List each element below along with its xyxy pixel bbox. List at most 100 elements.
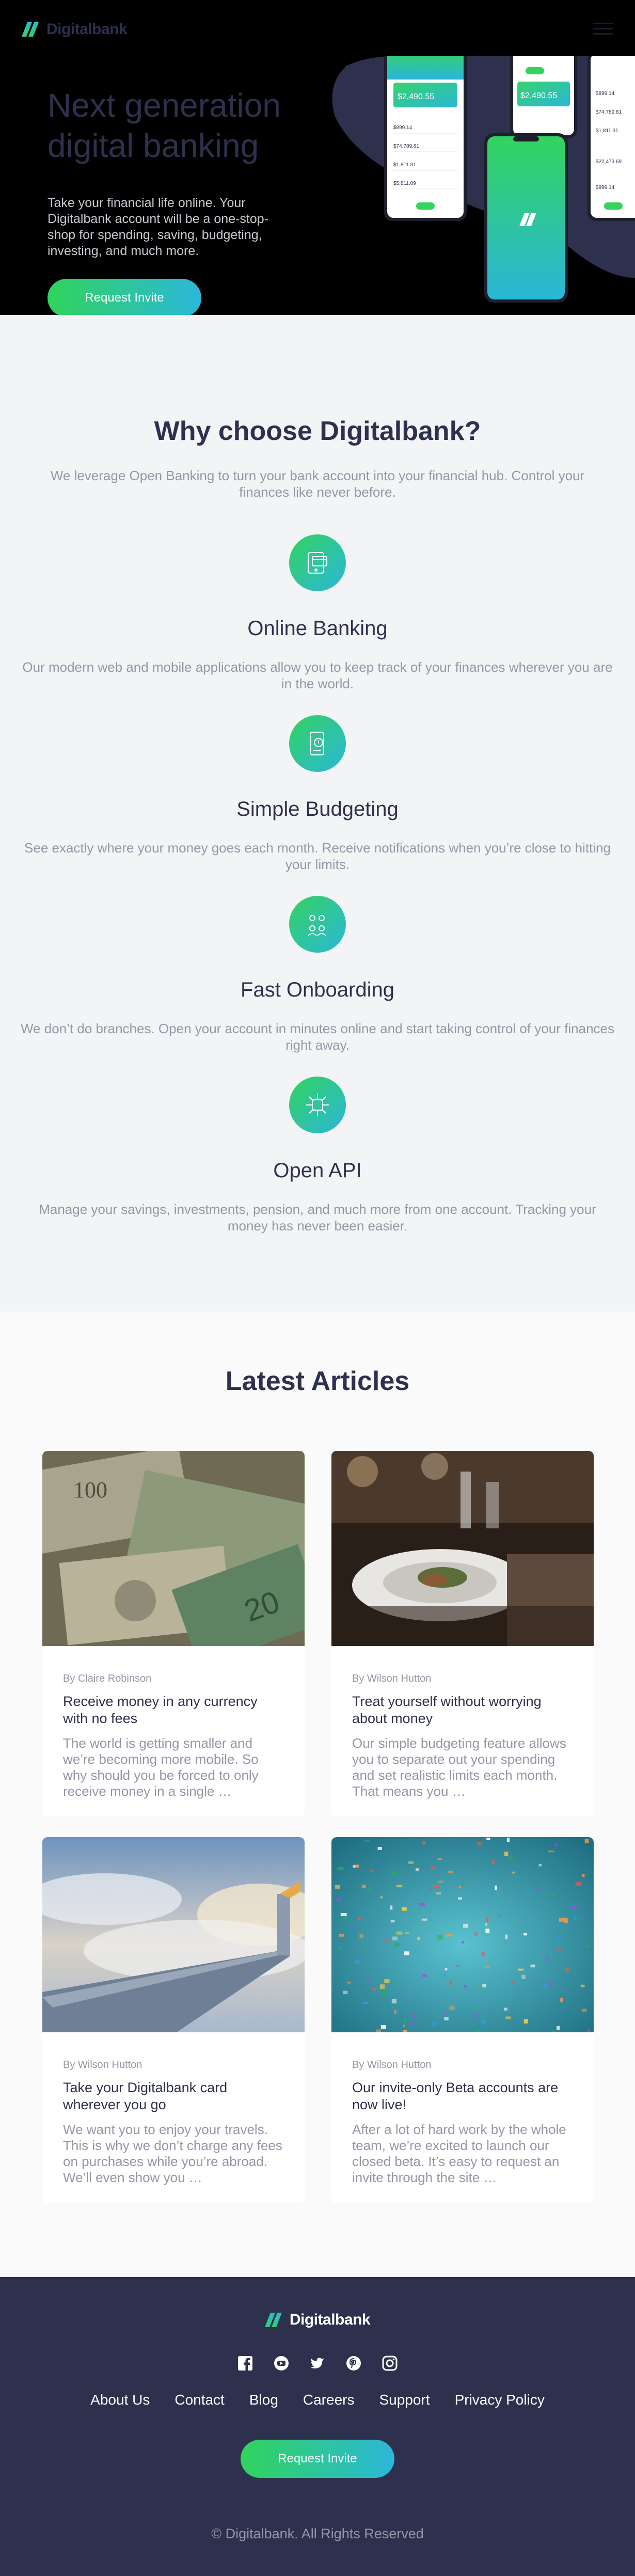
articles-section: Latest Articles 20 100 By Claire Robinso… [0,1311,635,2277]
confetti-piece [448,1871,453,1873]
footer-links: About Us Contact Blog Careers Support Pr… [0,2392,635,2408]
onboarding-icon [289,896,346,953]
youtube-icon[interactable] [273,2354,290,2372]
confetti-piece [409,2032,411,2033]
confetti-piece [364,1840,370,1842]
confetti-piece [477,1842,482,1845]
article-excerpt: After a lot of hard work by the whole te… [352,2122,566,2185]
confetti-piece [384,1979,390,1983]
article-card[interactable]: By Wilson Hutton Our invite-only Beta ac… [331,1837,594,2203]
confetti-piece [545,1957,549,1962]
confetti-piece [497,1914,501,1919]
plane-photo [42,1837,305,2032]
article-author: By Wilson Hutton [63,2059,142,2071]
confetti-piece [506,1838,510,1842]
confetti-piece [359,1934,364,1938]
article-title[interactable]: Treat yourself without worrying about mo… [352,1693,573,1727]
confetti-piece [362,2002,369,2004]
confetti-piece [563,1967,569,1970]
footer-logo[interactable]: Digitalbank [0,2311,635,2329]
confetti-piece [474,1932,478,1936]
hamburger-icon[interactable] [593,23,613,35]
article-card[interactable]: 20 100 By Claire Robinson Receive money … [42,1451,305,1816]
logo[interactable]: Digitalbank [22,21,128,38]
confetti-piece [377,1846,382,1850]
confetti-piece [538,1863,542,1867]
confetti-photo [331,1837,594,2032]
confetti-piece [436,1892,441,1894]
article-excerpt: We want you to enjoy your travels. This … [63,2122,282,2185]
confetti-piece [521,1974,526,1979]
article-title[interactable]: Take your Digitalbank card wherever you … [63,2079,284,2113]
footer-link-contact[interactable]: Contact [174,2392,225,2408]
confetti-piece [411,2014,415,2018]
why-section: Why choose Digitalbank? We leverage Open… [0,315,635,1311]
confetti-piece [379,1984,385,1989]
twitter-icon[interactable] [309,2354,326,2372]
footer-link-blog[interactable]: Blog [249,2392,278,2408]
confetti-piece [437,1858,442,1860]
confetti-piece [391,1871,398,1876]
page: Digitalbank Next generation digital bank… [0,0,635,2576]
confetti-piece [403,2030,407,2032]
footer-link-careers[interactable]: Careers [303,2392,355,2408]
confetti-piece [551,1894,557,1897]
confetti-piece [416,1868,419,1871]
article-excerpt: The world is getting smaller and we’re b… [63,1735,259,1799]
svg-text:$74.789.81: $74.789.81 [596,109,622,115]
confetti-piece [458,1897,462,1900]
article-card[interactable]: By Wilson Hutton Treat yourself without … [331,1451,594,1816]
confetti-piece [380,2025,386,2029]
confetti-piece [444,1968,448,1971]
footer-request-invite-button[interactable]: Request Invite [241,2440,394,2478]
confetti-piece [473,2014,477,2017]
pinterest-icon[interactable] [345,2354,362,2372]
currency-photo: 20 100 [42,1451,305,1646]
confetti-piece [405,1932,409,1934]
footer-link-support[interactable]: Support [379,2392,430,2408]
confetti-piece [586,1945,591,1948]
confetti-piece [361,1885,366,1888]
request-invite-button[interactable]: Request Invite [47,279,201,315]
confetti-piece [560,1998,563,2002]
confetti-piece [338,1867,344,1870]
confetti-piece [394,2010,396,2014]
confetti-piece [431,1866,435,1869]
feature-title: Online Banking [247,617,388,640]
phone-balance-2: $2,490.55 [520,91,557,100]
article-card[interactable]: By Wilson Hutton Take your Digitalbank c… [42,1837,305,2203]
confetti-piece [527,2006,530,2009]
confetti-piece [390,1920,395,1923]
instagram-icon[interactable] [381,2354,399,2372]
svg-text:$899.14: $899.14 [596,91,615,97]
feature-simple-budgeting: Simple Budgeting See exactly where your … [15,715,620,873]
why-subtitle: We leverage Open Banking to turn your ba… [50,468,585,500]
footer-link-privacy-policy[interactable]: Privacy Policy [455,2392,545,2408]
confetti-piece [429,1887,432,1890]
footer-link-about-us[interactable]: About Us [90,2392,150,2408]
confetti-piece [384,1940,389,1942]
confetti-piece [500,1975,503,1978]
confetti-piece [511,1981,515,1984]
confetti-piece [339,1934,344,1937]
budgeting-icon [289,715,346,772]
confetti-piece [419,1902,425,1906]
facebook-icon[interactable] [236,2354,254,2372]
confetti-piece [456,1965,460,1967]
confetti-piece [422,1974,427,1977]
phone-row-3: $1,811.31 [393,162,416,168]
footer: Digitalbank About Us Contact Blog Career… [0,2277,635,2576]
article-title[interactable]: Receive money in any currency with no fe… [63,1693,284,1727]
confetti-piece [554,1842,558,1847]
confetti-piece [451,1838,454,1841]
confetti-piece [582,1874,585,1877]
confetti-piece [353,1865,356,1868]
article-excerpt: Our simple budgeting feature allows you … [352,1735,566,1799]
confetti-piece [572,1905,577,1909]
article-title[interactable]: Our invite-only Beta accounts are now li… [352,2079,573,2113]
phone-balance-1: $2,490.55 [398,92,434,101]
confetti-piece [485,1966,490,1969]
confetti-piece [504,1852,509,1856]
confetti-piece [485,1929,490,1933]
confetti-piece [336,1898,341,1902]
